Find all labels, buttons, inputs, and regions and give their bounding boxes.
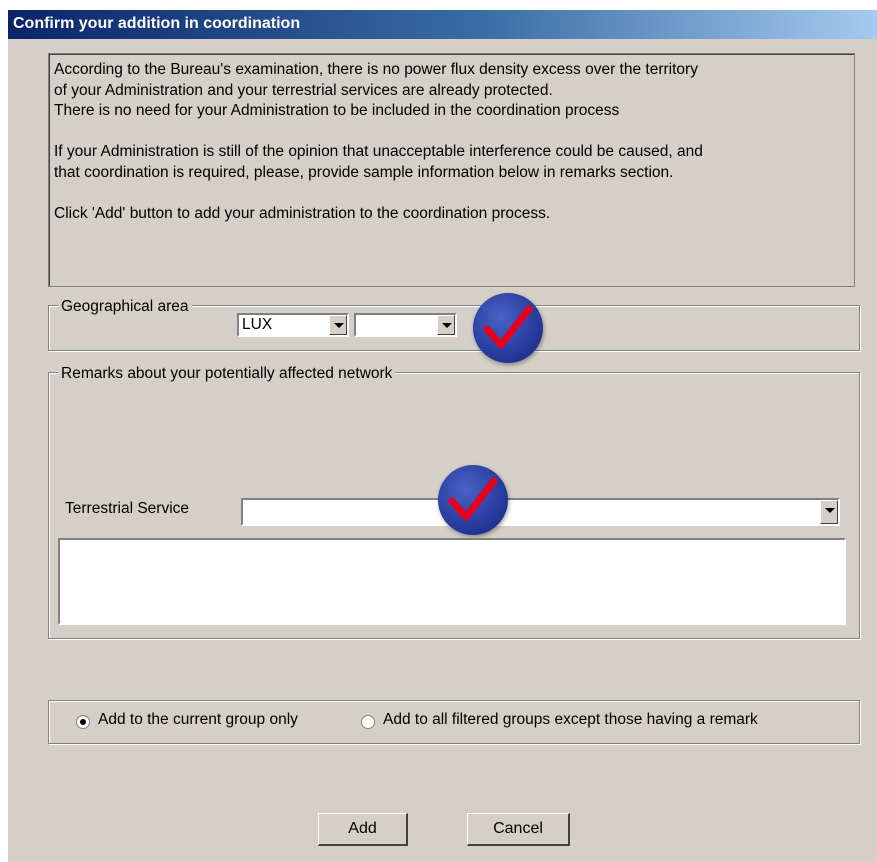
checkmark-svg <box>448 477 498 521</box>
confirm-addition-dialog: Confirm your addition in coordination Ac… <box>8 10 877 862</box>
country-select[interactable]: LUX <box>237 313 349 337</box>
info-message-text: According to the Bureau's examination, t… <box>54 61 703 222</box>
add-button[interactable]: Add <box>318 813 408 846</box>
chevron-down-icon[interactable] <box>329 315 347 335</box>
cancel-button[interactable]: Cancel <box>467 813 570 846</box>
chevron-down-icon[interactable] <box>820 500 838 524</box>
dialog-titlebar[interactable]: Confirm your addition in coordination <box>8 10 877 39</box>
chevron-down-icon[interactable] <box>437 315 455 335</box>
info-message-box: According to the Bureau's examination, t… <box>48 53 855 287</box>
red-checkmark-icon <box>438 465 508 535</box>
remarks-legend: Remarks about your potentially affected … <box>58 365 396 383</box>
radio-current-group[interactable] <box>76 715 90 729</box>
terrestrial-service-label: Terrestrial Service <box>65 500 190 517</box>
radio-all-filtered-groups[interactable] <box>361 715 375 729</box>
country-select-value: LUX <box>242 316 273 333</box>
geographical-area-legend: Geographical area <box>58 298 192 316</box>
remarks-textarea[interactable] <box>58 538 846 625</box>
dialog-title: Confirm your addition in coordination <box>13 15 301 32</box>
checkmark-svg <box>483 305 533 349</box>
terrestrial-service-select[interactable] <box>241 498 840 526</box>
sub-area-select[interactable] <box>354 313 457 337</box>
radio-current-group-label[interactable]: Add to the current group only <box>98 711 298 729</box>
radio-all-filtered-groups-label[interactable]: Add to all filtered groups except those … <box>383 711 758 729</box>
red-checkmark-icon <box>473 293 543 363</box>
